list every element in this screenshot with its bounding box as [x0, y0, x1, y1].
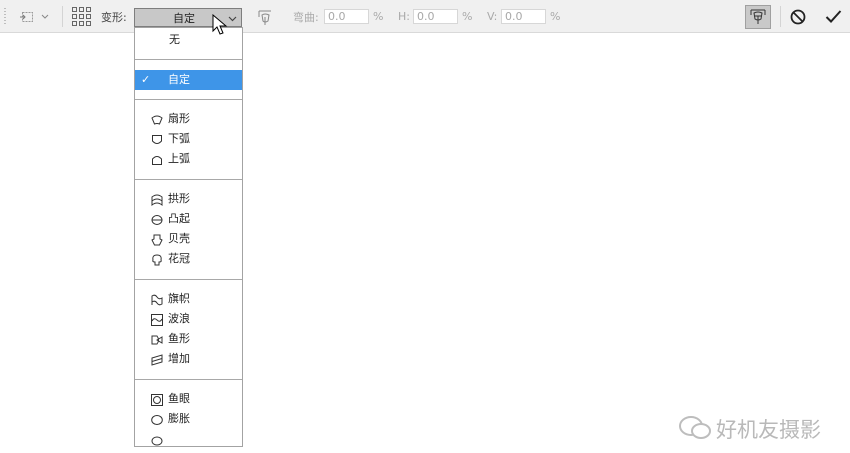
menu-item-bulge[interactable]: 凸起 — [135, 209, 242, 229]
inflate-icon — [151, 433, 163, 453]
toolbar-divider — [62, 6, 63, 27]
rise-icon — [151, 353, 163, 373]
h-distortion-input[interactable]: 0.0 — [413, 9, 458, 24]
menu-item-label: 鱼眼 — [168, 392, 190, 405]
v-percent: % — [550, 10, 561, 23]
checkmark-icon[interactable] — [825, 0, 842, 33]
checkmark-icon: ✓ — [141, 73, 151, 86]
menu-item-arc-upper[interactable]: 上弧 — [135, 149, 242, 169]
menu-item-label: 贝壳 — [168, 232, 190, 245]
cancel-icon[interactable] — [790, 0, 806, 33]
v-label: V: — [487, 10, 498, 23]
warp-mode-button[interactable] — [745, 5, 771, 29]
menu-item-arc[interactable]: 扇形 — [135, 109, 242, 129]
menu-divider — [135, 59, 242, 60]
menu-item-label: 膨胀 — [168, 412, 190, 425]
wechat-icon — [678, 412, 712, 447]
chevron-down-icon — [228, 13, 237, 26]
watermark-text: 好机友摄影 — [716, 418, 821, 442]
menu-item-label: 旗帜 — [168, 292, 190, 305]
menu-item-label: 增加 — [168, 352, 190, 365]
menu-divider — [135, 179, 242, 180]
menu-item-fish[interactable]: 鱼形 — [135, 329, 242, 349]
menu-item-label: 上弧 — [168, 152, 190, 165]
watermark: 好机友摄影 — [678, 414, 821, 444]
menu-item-label: 拱形 — [168, 192, 190, 205]
menu-item-label: 下弧 — [168, 132, 190, 145]
warp-orientation-icon[interactable] — [256, 0, 274, 33]
bend-percent: % — [373, 10, 384, 23]
menu-item-label: 扇形 — [168, 112, 190, 125]
menu-item-inflate[interactable]: 膨胀 — [135, 409, 242, 429]
warp-style-dropdown: 无 ✓ 自定 扇形 下弧 上弧 拱形 凸起 贝壳 花冠 旗帜 波浪 鱼形 增加 … — [134, 27, 243, 447]
menu-item-fisheye[interactable]: 鱼眼 — [135, 389, 242, 409]
menu-item-arc-lower[interactable]: 下弧 — [135, 129, 242, 149]
transform-label: 变形: — [101, 10, 127, 24]
bend-label: 弯曲: — [293, 10, 319, 24]
toolbar-divider — [780, 6, 781, 27]
mouse-cursor-icon — [212, 13, 228, 39]
reference-point-icon[interactable] — [20, 0, 50, 33]
menu-item-shell[interactable]: 贝壳 — [135, 229, 242, 249]
flower-icon — [151, 253, 163, 273]
bend-input[interactable]: 0.0 — [324, 9, 369, 24]
menu-item-label: 波浪 — [168, 312, 190, 325]
grid-icon[interactable] — [72, 0, 91, 33]
menu-item-wave[interactable]: 波浪 — [135, 309, 242, 329]
menu-item-arch[interactable]: 拱形 — [135, 189, 242, 209]
menu-item-flower[interactable]: 花冠 — [135, 249, 242, 269]
arc-upper-icon — [151, 153, 163, 173]
menu-item-label: 无 — [169, 33, 180, 46]
warp-mode-icon — [749, 7, 767, 28]
menu-item-flag[interactable]: 旗帜 — [135, 289, 242, 309]
menu-item-label: 花冠 — [168, 252, 190, 265]
menu-divider — [135, 279, 242, 280]
h-label: H: — [398, 10, 410, 23]
menu-divider — [135, 379, 242, 380]
h-percent: % — [462, 10, 473, 23]
toolbar-grip[interactable] — [4, 8, 6, 25]
menu-item-next[interactable] — [135, 429, 242, 449]
menu-item-custom[interactable]: ✓ 自定 — [135, 70, 242, 90]
menu-item-label: 凸起 — [168, 212, 190, 225]
menu-item-rise[interactable]: 增加 — [135, 349, 242, 369]
options-toolbar: 变形: 自定 弯曲: 0.0 % H: 0.0 % V: 0.0 % — [0, 0, 850, 33]
v-distortion-input[interactable]: 0.0 — [501, 9, 546, 24]
menu-item-label: 鱼形 — [168, 332, 190, 345]
menu-divider — [135, 99, 242, 100]
menu-item-label: 自定 — [168, 73, 190, 86]
